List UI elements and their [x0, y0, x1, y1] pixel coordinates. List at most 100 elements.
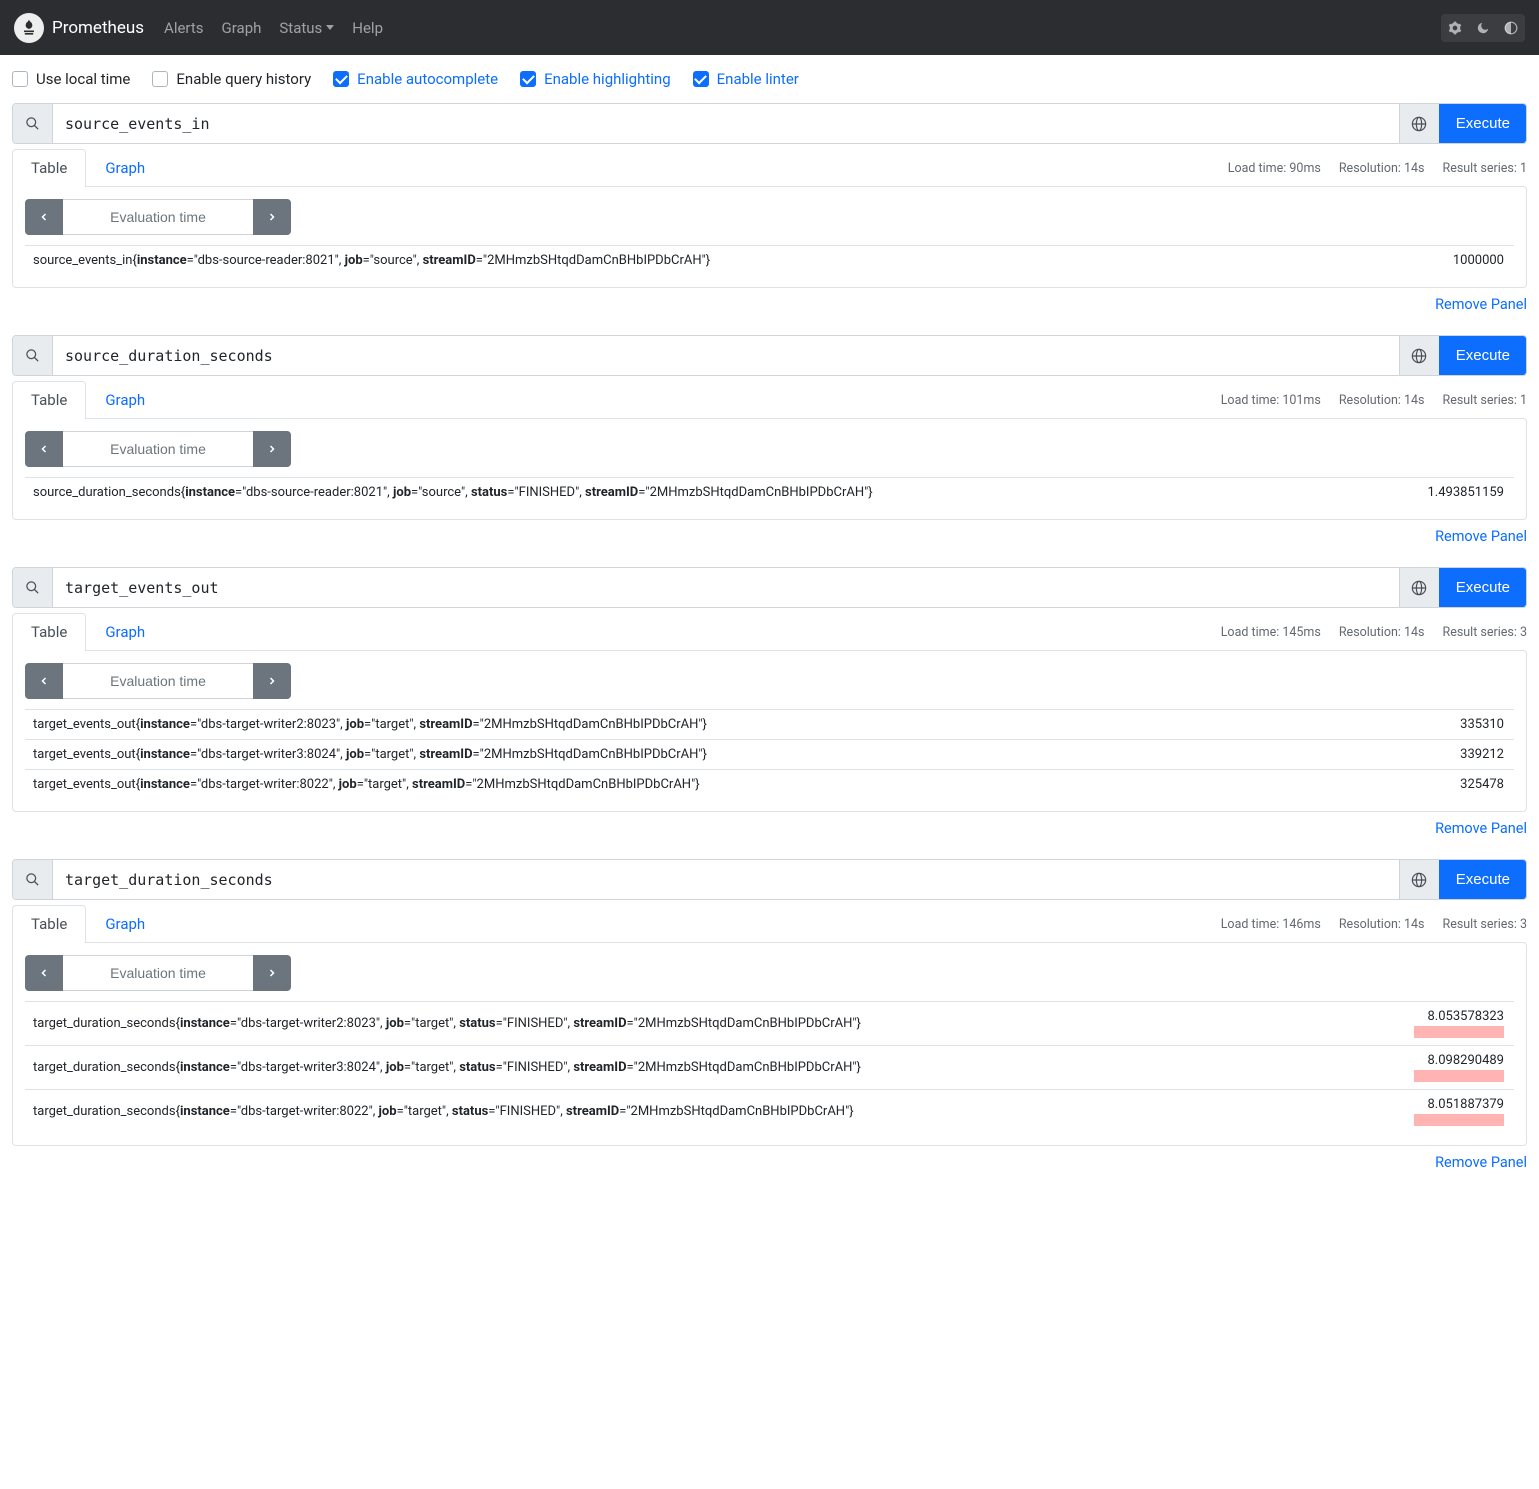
- query-stats: Load time: 101ms Resolution: 14s Result …: [1221, 393, 1527, 408]
- remove-panel-link[interactable]: Remove Panel: [1435, 296, 1527, 313]
- eval-prev-button[interactable]: [25, 431, 63, 467]
- table-row[interactable]: source_duration_seconds{instance="dbs-so…: [25, 478, 1514, 508]
- metric-name: target_events_out: [33, 777, 136, 792]
- toggle-autocomplete[interactable]: Enable autocomplete: [333, 70, 498, 88]
- table-row[interactable]: source_events_in{instance="dbs-source-re…: [25, 246, 1514, 276]
- metrics-explorer-button[interactable]: [13, 568, 53, 607]
- execute-button[interactable]: Execute: [1439, 568, 1526, 607]
- toggle-label: Enable linter: [717, 70, 799, 88]
- eval-next-button[interactable]: [253, 199, 291, 235]
- label-key: streamID: [573, 1016, 626, 1031]
- tab-graph[interactable]: Graph: [86, 613, 164, 650]
- label-key: status: [459, 1060, 495, 1075]
- metrics-explorer-button[interactable]: [13, 336, 53, 375]
- checkbox: [12, 71, 28, 87]
- metrics-explorer-button[interactable]: [13, 104, 53, 143]
- metric-name: target_duration_seconds: [33, 1016, 176, 1031]
- query-input[interactable]: [53, 336, 1399, 375]
- tab-content: target_duration_seconds{instance="dbs-ta…: [12, 942, 1527, 1146]
- query-input[interactable]: [53, 860, 1399, 899]
- eval-prev-button[interactable]: [25, 955, 63, 991]
- theme-auto-button[interactable]: [1497, 14, 1525, 42]
- remove-panel-link[interactable]: Remove Panel: [1435, 528, 1527, 545]
- toggle-highlighting[interactable]: Enable highlighting: [520, 70, 671, 88]
- table-row[interactable]: target_events_out{instance="dbs-target-w…: [25, 710, 1514, 740]
- chevron-right-icon: [266, 675, 278, 687]
- theme-toggle: [1441, 14, 1525, 42]
- format-toggle-button[interactable]: [1399, 104, 1439, 143]
- execute-button[interactable]: Execute: [1439, 860, 1526, 899]
- contrast-icon: [1504, 21, 1518, 35]
- moon-icon: [1476, 21, 1490, 35]
- table-row[interactable]: target_duration_seconds{instance="dbs-ta…: [25, 1002, 1514, 1046]
- gear-icon: [1448, 21, 1462, 35]
- navbar: Prometheus Alerts Graph Status Help: [0, 0, 1539, 55]
- query-input[interactable]: [53, 104, 1399, 143]
- result-table: source_events_in{instance="dbs-source-re…: [25, 245, 1514, 275]
- label-key: streamID: [419, 747, 472, 762]
- eval-next-button[interactable]: [253, 955, 291, 991]
- stat-load-time: Load time: 101ms: [1221, 393, 1321, 408]
- metric-cell: source_events_in{instance="dbs-source-re…: [25, 246, 1379, 276]
- table-row[interactable]: target_duration_seconds{instance="dbs-ta…: [25, 1046, 1514, 1090]
- tab-table[interactable]: Table: [12, 381, 86, 418]
- remove-row: Remove Panel: [12, 1146, 1527, 1185]
- toggle-query-history[interactable]: Enable query history: [152, 70, 311, 88]
- stat-resolution: Resolution: 14s: [1339, 161, 1425, 176]
- tab-table[interactable]: Table: [12, 905, 86, 942]
- toggle-label: Enable highlighting: [544, 70, 671, 88]
- format-toggle-button[interactable]: [1399, 860, 1439, 899]
- evaluation-time-input[interactable]: [63, 199, 253, 235]
- brand[interactable]: Prometheus: [14, 13, 144, 43]
- eval-next-button[interactable]: [253, 663, 291, 699]
- eval-prev-button[interactable]: [25, 199, 63, 235]
- remove-panel-link[interactable]: Remove Panel: [1435, 820, 1527, 837]
- label-key: job: [386, 1060, 404, 1075]
- label-key: status: [471, 485, 507, 500]
- tab-table[interactable]: Table: [12, 149, 86, 186]
- result-table: target_events_out{instance="dbs-target-w…: [25, 709, 1514, 799]
- remove-row: Remove Panel: [12, 520, 1527, 559]
- eval-prev-button[interactable]: [25, 663, 63, 699]
- format-toggle-button[interactable]: [1399, 336, 1439, 375]
- evaluation-time-input[interactable]: [63, 955, 253, 991]
- evaluation-time-input[interactable]: [63, 663, 253, 699]
- evaluation-time-input[interactable]: [63, 431, 253, 467]
- query-input[interactable]: [53, 568, 1399, 607]
- tab-table[interactable]: Table: [12, 613, 86, 650]
- query-stats: Load time: 145ms Resolution: 14s Result …: [1221, 625, 1527, 640]
- tab-graph[interactable]: Graph: [86, 381, 164, 418]
- stat-resolution: Resolution: 14s: [1339, 917, 1425, 932]
- execute-button[interactable]: Execute: [1439, 336, 1526, 375]
- table-row[interactable]: target_events_out{instance="dbs-target-w…: [25, 770, 1514, 800]
- execute-button[interactable]: Execute: [1439, 104, 1526, 143]
- toggle-local-time[interactable]: Use local time: [12, 70, 130, 88]
- tab-graph[interactable]: Graph: [86, 149, 164, 186]
- metric-name: source_events_in: [33, 253, 132, 268]
- metrics-explorer-button[interactable]: [13, 860, 53, 899]
- toggle-linter[interactable]: Enable linter: [693, 70, 799, 88]
- tab-graph[interactable]: Graph: [86, 905, 164, 942]
- table-row[interactable]: target_events_out{instance="dbs-target-w…: [25, 740, 1514, 770]
- label-key: instance: [140, 777, 190, 792]
- tab-content: source_events_in{instance="dbs-source-re…: [12, 186, 1527, 288]
- metric-cell: target_events_out{instance="dbs-target-w…: [25, 710, 1392, 740]
- metric-name: target_duration_seconds: [33, 1104, 176, 1119]
- theme-light-button[interactable]: [1441, 14, 1469, 42]
- nav-help[interactable]: Help: [352, 19, 383, 37]
- nav-status[interactable]: Status: [279, 19, 334, 37]
- query-panel: Execute Table Graph Load time: 101ms Res…: [0, 335, 1539, 567]
- stat-load-time: Load time: 145ms: [1221, 625, 1321, 640]
- result-table: source_duration_seconds{instance="dbs-so…: [25, 477, 1514, 507]
- remove-panel-link[interactable]: Remove Panel: [1435, 1154, 1527, 1171]
- nav-alerts[interactable]: Alerts: [164, 19, 204, 37]
- label-key: job: [339, 777, 357, 792]
- format-toggle-button[interactable]: [1399, 568, 1439, 607]
- table-row[interactable]: target_duration_seconds{instance="dbs-ta…: [25, 1090, 1514, 1134]
- theme-dark-button[interactable]: [1469, 14, 1497, 42]
- nav-graph[interactable]: Graph: [222, 19, 262, 37]
- query-stats: Load time: 146ms Resolution: 14s Result …: [1221, 917, 1527, 932]
- chevron-left-icon: [38, 675, 50, 687]
- meta-row: Table Graph Load time: 101ms Resolution:…: [12, 382, 1527, 418]
- eval-next-button[interactable]: [253, 431, 291, 467]
